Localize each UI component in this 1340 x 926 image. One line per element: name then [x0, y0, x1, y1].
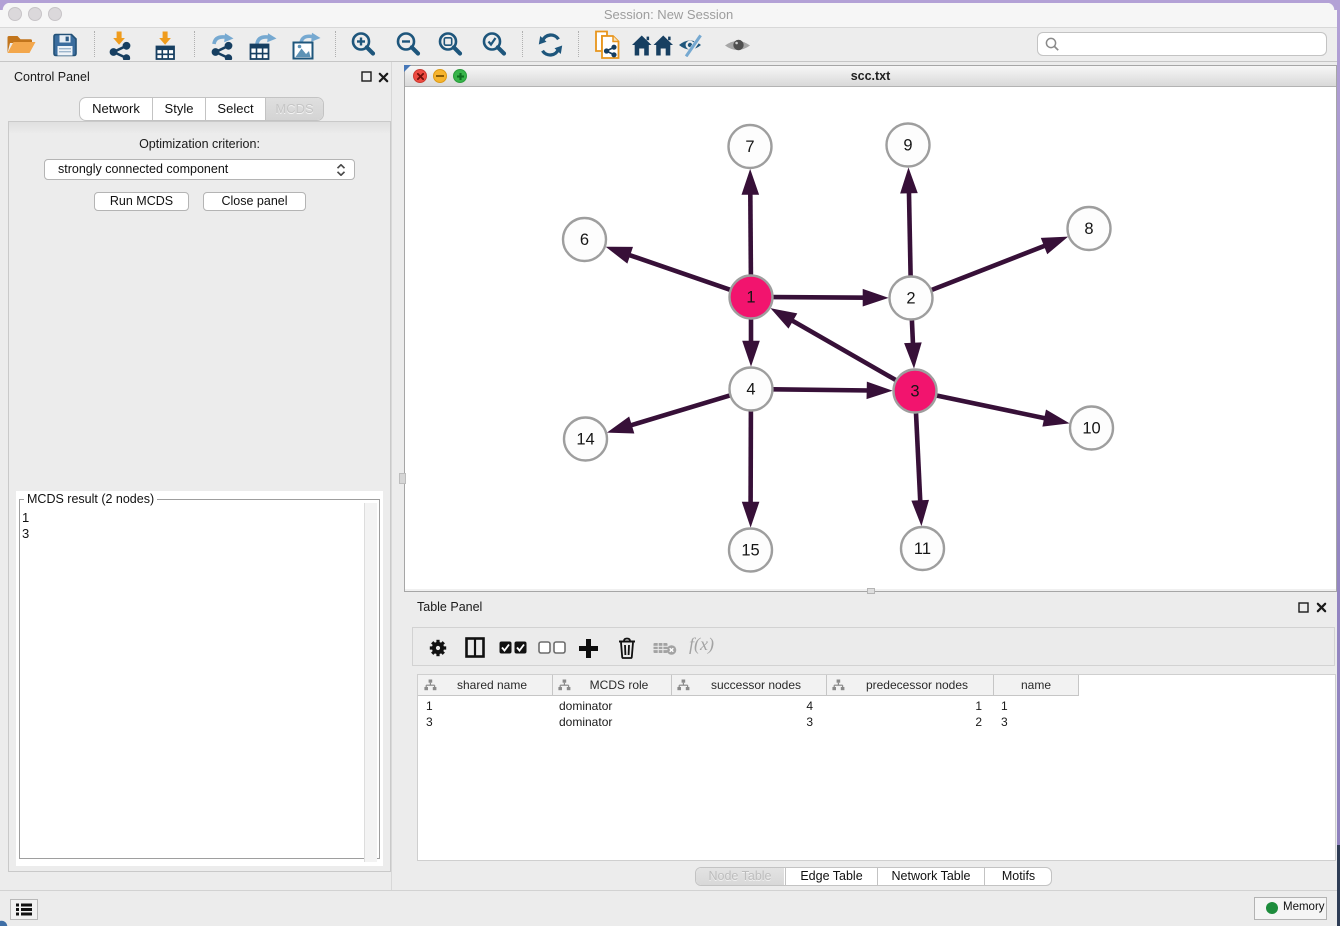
svg-text:9: 9	[903, 137, 912, 155]
svg-text:2: 2	[906, 290, 915, 308]
svg-text:4: 4	[746, 381, 755, 399]
svg-text:11: 11	[914, 540, 931, 558]
svg-text:14: 14	[576, 431, 594, 449]
svg-text:7: 7	[745, 138, 754, 156]
svg-text:8: 8	[1084, 220, 1093, 238]
svg-text:10: 10	[1082, 420, 1100, 438]
svg-text:6: 6	[580, 231, 589, 249]
svg-text:15: 15	[741, 542, 759, 560]
svg-text:3: 3	[910, 383, 919, 401]
svg-text:1: 1	[746, 289, 755, 307]
